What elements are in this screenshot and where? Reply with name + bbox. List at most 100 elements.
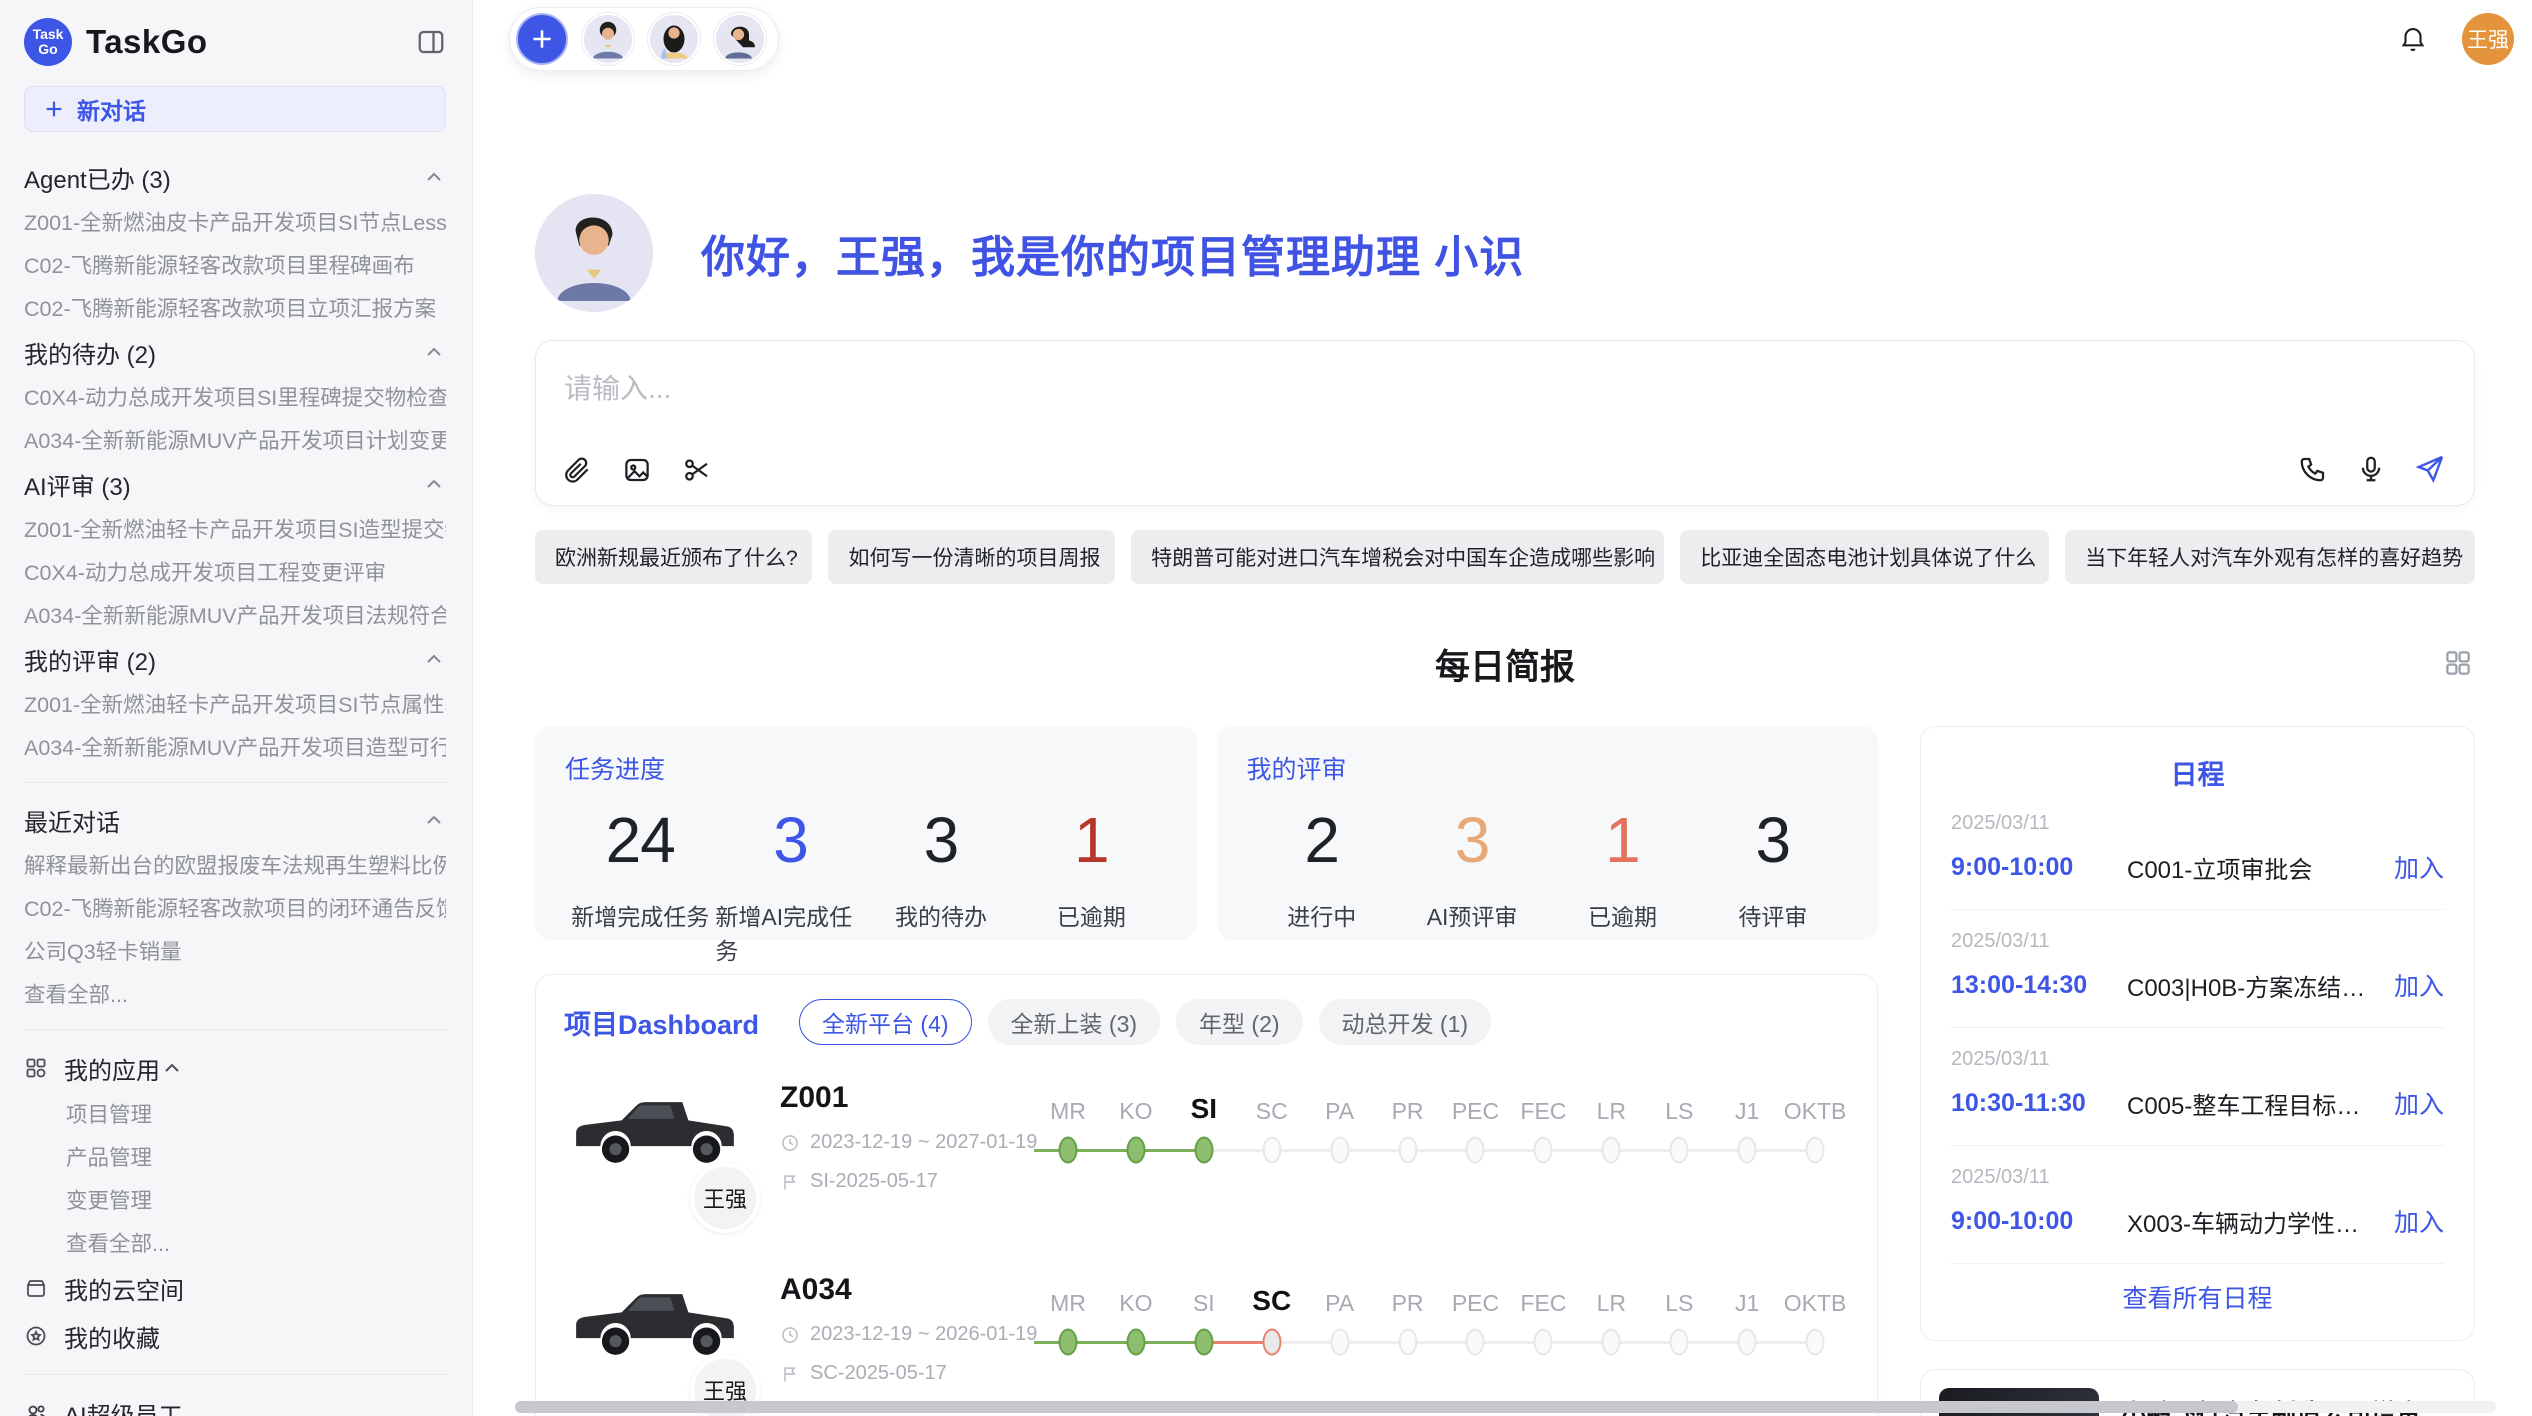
scrollbar-thumb[interactable] (515, 1401, 2238, 1413)
milestone-label: SC (1238, 1085, 1306, 1125)
new-chat-button[interactable]: 新对话 (24, 86, 446, 132)
stat-value: 3 (773, 798, 808, 882)
sidebar-section-my-review[interactable]: 我的评审 (2) (24, 636, 446, 682)
project-row-z001[interactable]: 王强 Z001 2023-12-19 ~ 2027-01-19 (564, 1079, 1849, 1237)
milestone-node (1466, 1329, 1485, 1356)
stat-value: 2 (1304, 798, 1339, 882)
suggestion-chip[interactable]: 特朗普可能对进口汽车增税会对中国车企造成哪些影响 (1131, 530, 1664, 584)
app-window: TaskGo TaskGo 新对话 Agent已办 (3) Z001-全新燃油皮… (0, 0, 2532, 1416)
suggestion-chip[interactable]: 当下年轻人对汽车外观有怎样的喜好趋势 (2065, 530, 2475, 584)
milestone: J1 (1713, 1277, 1781, 1367)
project-flag-milestone: SC-2025-05-17 (780, 1362, 1028, 1385)
person-avatar-icon (535, 194, 653, 312)
suggestion-chip[interactable]: 如何写一份清晰的项目周报 (828, 530, 1115, 584)
suggestion-chip[interactable]: 欧洲新规最近颁布了什么? (535, 530, 812, 584)
phone-icon[interactable] (2298, 454, 2328, 484)
sidebar-item[interactable]: Z001-全新燃油轻卡产品开发项目SI节点属性5D文件评审 (24, 682, 446, 725)
attachment-icon[interactable] (562, 455, 592, 485)
section-items: Z001-全新燃油皮卡产品开发项目SI节点Lesson Learn报告C02-飞… (24, 200, 446, 329)
milestone-track (1102, 1317, 1170, 1367)
input-left-actions (562, 455, 712, 485)
recent-items: 解释最新出台的欧盟报废车法规再生塑料比例被调至15%...C02-飞腾新能源轻客… (24, 843, 446, 972)
view-all-schedule-link[interactable]: 查看所有日程 (1951, 1264, 2444, 1330)
sidebar-item[interactable]: C02-飞腾新能源轻客改款项目立项汇报方案 (24, 286, 446, 329)
milestone-node (1398, 1329, 1417, 1356)
sidebar-item[interactable]: C02-飞腾新能源轻客改款项目里程碑画布 (24, 243, 446, 286)
stat-label: 我的待办 (895, 898, 987, 932)
recent-chat-item[interactable]: 解释最新出台的欧盟报废车法规再生塑料比例被调至15%... (24, 843, 446, 886)
collapse-sidebar-icon[interactable] (416, 27, 446, 57)
sidebar-item[interactable]: C0X4-动力总成开发项目SI里程碑提交物检查 (24, 375, 446, 418)
milestone: KO (1102, 1085, 1170, 1175)
stat-value: 1 (1074, 798, 1109, 882)
scissors-icon[interactable] (682, 455, 712, 485)
sidebar-ai-super-staff[interactable]: AI超级员工 (24, 1389, 446, 1416)
milestone-track (1238, 1125, 1306, 1175)
sidebar-section-recent-chats[interactable]: 最近对话 (24, 797, 446, 843)
sidebar-item[interactable]: A034-全新新能源MUV产品开发项目法规符合性评审 (24, 593, 446, 636)
section-title: 我的待办 (2) (24, 335, 156, 370)
my-review-card: 我的评审 2 进行中 3 AI预评审 1 (1217, 726, 1879, 940)
sidebar-item[interactable]: Z001-全新燃油皮卡产品开发项目SI节点Lesson Learn报告 (24, 200, 446, 243)
sidebar-cloud-space[interactable]: 我的云空间 (24, 1264, 446, 1312)
recent-view-all[interactable]: 查看全部... (24, 972, 446, 1015)
assistant-avatar-1[interactable] (582, 13, 634, 65)
sidebar-section-my-todo[interactable]: 我的待办 (2) (24, 329, 446, 375)
chevron-up-icon (422, 808, 446, 832)
milestone-node (1738, 1137, 1757, 1164)
milestone: J1 (1713, 1085, 1781, 1175)
dashboard-tab[interactable]: 动总开发 (1) (1319, 999, 1492, 1045)
image-icon[interactable] (622, 455, 652, 485)
app-item[interactable]: 产品管理 (24, 1135, 446, 1178)
recent-chat-item[interactable]: C02-飞腾新能源轻客改款项目的闭环通告反馈情况 (24, 886, 446, 929)
milestone-node (1806, 1329, 1825, 1356)
app-item[interactable]: 变更管理 (24, 1178, 446, 1221)
sidebar-item[interactable]: Z001-全新燃油轻卡产品开发项目SI造型提交物评审 (24, 507, 446, 550)
stat-value: 3 (1455, 798, 1490, 882)
sidebar-section-agent-done[interactable]: Agent已办 (3) (24, 154, 446, 200)
milestone-node (1194, 1137, 1213, 1164)
sidebar-item[interactable]: A034-全新新能源MUV产品开发项目造型可行性评审 (24, 725, 446, 768)
user-avatar[interactable]: 王强 (2462, 13, 2514, 65)
stat-label: 待评审 (1738, 898, 1807, 932)
notification-bell-icon[interactable] (2398, 24, 2428, 54)
greeting-block: 你好，王强，我是你的项目管理助理 小识 (535, 194, 2475, 312)
milestone: SI (1170, 1085, 1238, 1175)
join-button[interactable]: 加入 (2394, 1203, 2444, 1239)
person-avatar-icon (650, 15, 698, 63)
layout-grid-icon[interactable] (2443, 648, 2473, 678)
microphone-icon[interactable] (2356, 454, 2386, 484)
dashboard-tab[interactable]: 全新上装 (3) (988, 999, 1161, 1045)
sidebar-item[interactable]: A034-全新新能源MUV产品开发项目计划变更表编写 (24, 418, 446, 461)
event-name: C003|H0B-方案冻结评审 (2127, 968, 2382, 1003)
join-button[interactable]: 加入 (2394, 1085, 2444, 1121)
chat-input[interactable]: 请输入... (535, 340, 2475, 506)
section-title: Agent已办 (3) (24, 160, 171, 195)
milestone-track (1034, 1317, 1102, 1367)
event-date: 2025/03/11 (1951, 1166, 2444, 1189)
assistant-avatar-2[interactable] (648, 13, 700, 65)
project-media: 王强 (564, 1079, 746, 1237)
sidebar-my-apps[interactable]: 我的应用 (24, 1044, 446, 1092)
dashboard-tab[interactable]: 全新平台 (4) (799, 999, 972, 1045)
milestone-track (1442, 1125, 1510, 1175)
suggestion-chip[interactable]: 比亚迪全固态电池计划具体说了什么 (1680, 530, 2049, 584)
milestone-track (1170, 1125, 1238, 1175)
recent-chat-item[interactable]: 公司Q3轻卡销量 (24, 929, 446, 972)
add-assistant-button[interactable] (516, 13, 568, 65)
join-button[interactable]: 加入 (2394, 849, 2444, 885)
sidebar-item[interactable]: C0X4-动力总成开发项目工程变更评审 (24, 550, 446, 593)
join-button[interactable]: 加入 (2394, 967, 2444, 1003)
project-row-a034[interactable]: 王强 A034 2023-12-19 ~ 2026-01-19 (564, 1271, 1849, 1416)
assistant-avatar-3[interactable] (714, 13, 766, 65)
schedule-card: 日程 2025/03/11 9:00-10:00 C001-立项审批会 加入 (1920, 726, 2475, 1341)
my-review-stats: 2 进行中 3 AI预评审 1 已逾期 3 (1247, 798, 1849, 932)
sidebar-favorites[interactable]: 我的收藏 (24, 1312, 446, 1360)
dashboard-title: 项目Dashboard (564, 1003, 759, 1042)
apps-view-all[interactable]: 查看全部... (24, 1221, 446, 1264)
send-icon[interactable] (2414, 453, 2446, 485)
milestone-node (1602, 1137, 1621, 1164)
dashboard-tab[interactable]: 年型 (2) (1176, 999, 1303, 1045)
sidebar-section-ai-review[interactable]: AI评审 (3) (24, 461, 446, 507)
app-item[interactable]: 项目管理 (24, 1092, 446, 1135)
